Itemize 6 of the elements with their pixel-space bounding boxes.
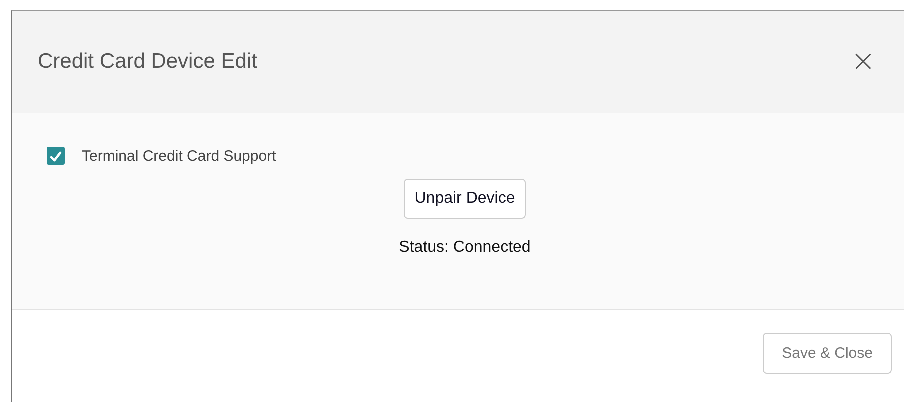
checkbox-label: Terminal Credit Card Support	[82, 148, 276, 164]
unpair-button[interactable]: Unpair Device	[404, 179, 526, 219]
dialog-title: Credit Card Device Edit	[38, 50, 258, 74]
status-text: Status: Connected	[399, 239, 531, 257]
close-button[interactable]: ×	[850, 47, 898, 77]
checkbox[interactable]	[47, 147, 65, 165]
